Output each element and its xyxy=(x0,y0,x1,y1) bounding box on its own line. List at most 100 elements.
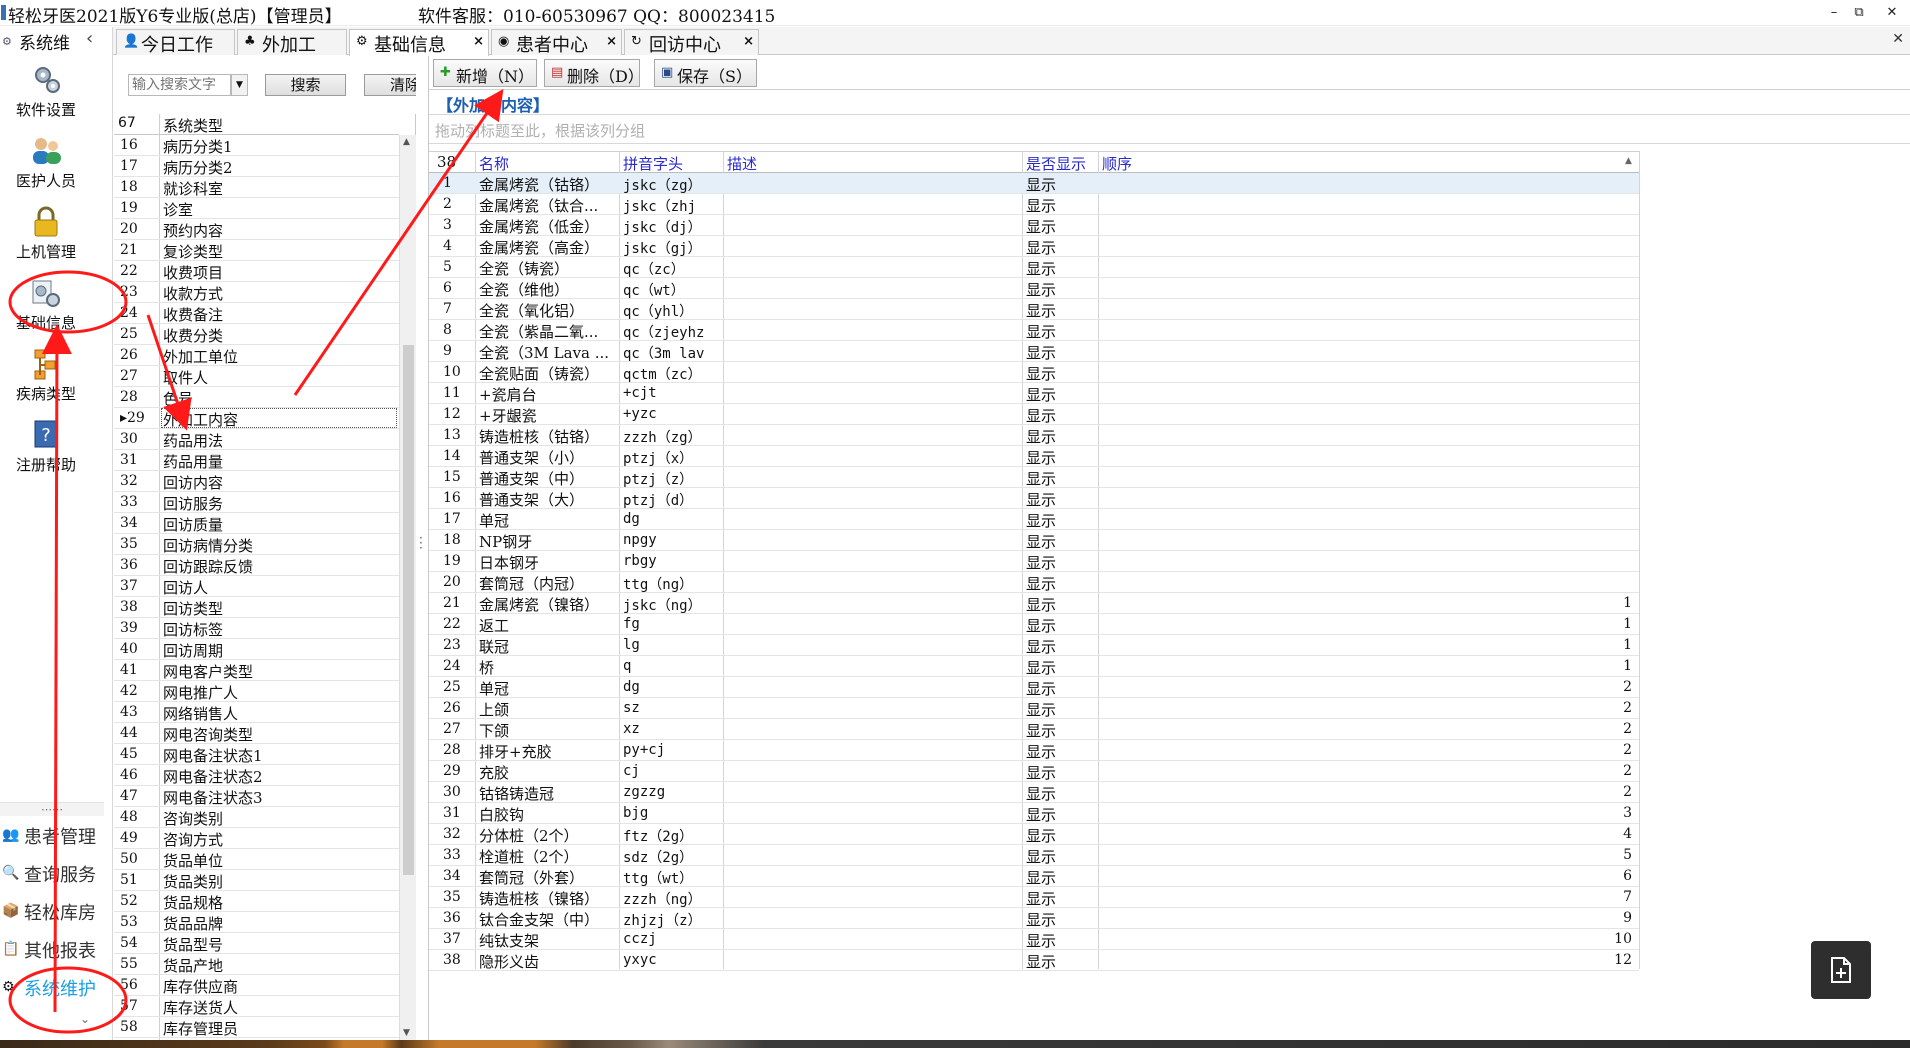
cell-show[interactable]: 显示 xyxy=(1026,531,1096,552)
cell-name[interactable]: 分体桩（2个） xyxy=(479,825,619,846)
category-row[interactable]: 17 病历分类2 xyxy=(114,156,399,177)
cell-name[interactable]: 单冠 xyxy=(479,678,619,699)
category-row[interactable]: 21 复诊类型 xyxy=(114,240,399,261)
table-row[interactable]: 20 套筒冠（内冠） ttg（ng） 显示 xyxy=(429,572,1639,593)
cell-name[interactable]: 桥 xyxy=(479,657,619,678)
search-button[interactable]: 搜索 xyxy=(265,74,346,96)
cell-show[interactable]: 显示 xyxy=(1026,825,1096,846)
cell-name[interactable]: 普通支架（中） xyxy=(479,468,619,489)
nav-collapse-button[interactable]: ‹ xyxy=(86,28,93,49)
cell-show[interactable]: 显示 xyxy=(1026,237,1096,258)
cell-name[interactable]: +牙龈瓷 xyxy=(479,405,619,426)
table-row[interactable]: 16 普通支架（大） ptzj（d） 显示 xyxy=(429,488,1639,509)
cell-name[interactable]: 返工 xyxy=(479,615,619,636)
table-row[interactable]: 26 上颌 sz 显示 2 xyxy=(429,698,1639,719)
table-row[interactable]: 33 栓道桩（2个） sdz（2g） 显示 5 xyxy=(429,845,1639,866)
category-row[interactable]: 22 收费项目 xyxy=(114,261,399,282)
cell-pinyin[interactable]: jskc（dj） xyxy=(623,217,723,237)
cell-pinyin[interactable]: q xyxy=(623,658,723,674)
add-button[interactable]: ✚ 新增（N） xyxy=(433,59,537,87)
nav-section-report[interactable]: 📋 其他报表 xyxy=(0,931,104,967)
nav-splitter[interactable]: ⋯⋯ xyxy=(0,802,104,816)
table-row[interactable]: 38 隐形义齿 yxyc 显示 12 xyxy=(429,950,1639,971)
cell-name[interactable]: 纯钛支架 xyxy=(479,930,619,951)
column-header-name[interactable]: 名称 xyxy=(479,153,509,174)
category-row[interactable]: 34 回访质量 xyxy=(114,513,399,534)
table-row[interactable]: 36 钛合金支架（中） zhjzj（z） 显示 9 xyxy=(429,908,1639,929)
nav-item-gears[interactable]: 软件设置 xyxy=(0,63,92,127)
category-header-title[interactable]: 系统类型 xyxy=(163,115,223,136)
cell-order[interactable]: 2 xyxy=(1100,784,1636,800)
cell-name[interactable]: 全瓷（维他） xyxy=(479,279,619,300)
close-all-tabs-icon[interactable]: ✕ xyxy=(1892,31,1904,47)
cell-order[interactable]: 1 xyxy=(1100,658,1636,674)
category-row[interactable]: 25 收费分类 xyxy=(114,324,399,345)
cell-pinyin[interactable]: bjg xyxy=(623,805,723,821)
cell-name[interactable]: 全瓷贴面（铸瓷） xyxy=(479,363,619,384)
cell-show[interactable]: 显示 xyxy=(1026,447,1096,468)
panel-splitter[interactable]: · · · xyxy=(416,56,428,1040)
cell-show[interactable]: 显示 xyxy=(1026,279,1096,300)
nav-item-disease-type[interactable]: 疾病类型 xyxy=(0,347,92,411)
category-row[interactable]: 57 库存送货人 xyxy=(114,996,399,1017)
category-row[interactable]: 18 就诊科室 xyxy=(114,177,399,198)
cell-pinyin[interactable]: ptzj（z） xyxy=(623,469,723,489)
group-by-panel[interactable]: 拖动列标题至此，根据该列分组 xyxy=(429,114,1910,144)
restore-button[interactable]: ⧉ xyxy=(1845,3,1873,23)
cell-name[interactable]: 白胶钩 xyxy=(479,804,619,825)
nav-item-help[interactable]: ? 注册帮助 xyxy=(0,418,92,482)
category-row[interactable]: 32 回访内容 xyxy=(114,471,399,492)
table-row[interactable]: 17 单冠 dg 显示 xyxy=(429,509,1639,530)
cell-show[interactable]: 显示 xyxy=(1026,741,1096,762)
category-row[interactable]: 54 货品型号 xyxy=(114,933,399,954)
cell-order[interactable]: 2 xyxy=(1100,679,1636,695)
cell-pinyin[interactable]: zgzzg xyxy=(623,784,723,800)
search-input[interactable] xyxy=(128,74,231,96)
cell-pinyin[interactable]: +yzc xyxy=(623,406,723,422)
cell-show[interactable]: 显示 xyxy=(1026,678,1096,699)
cell-show[interactable]: 显示 xyxy=(1026,804,1096,825)
cell-order[interactable]: 3 xyxy=(1100,805,1636,821)
cell-show[interactable]: 显示 xyxy=(1026,930,1096,951)
cell-show[interactable]: 显示 xyxy=(1026,594,1096,615)
cell-pinyin[interactable]: ttg（wt） xyxy=(623,868,723,888)
cell-show[interactable]: 显示 xyxy=(1026,363,1096,384)
category-row[interactable]: 36 回访跟踪反馈 xyxy=(114,555,399,576)
cell-pinyin[interactable]: xz xyxy=(623,721,723,737)
cell-name[interactable]: 日本钢牙 xyxy=(479,552,619,573)
column-header-desc[interactable]: 描述 xyxy=(727,153,757,174)
cell-name[interactable]: 铸造桩核（钴铬） xyxy=(479,426,619,447)
category-row[interactable]: 47 网电备注状态3 xyxy=(114,786,399,807)
cell-name[interactable]: 全瓷（3M Lava ... xyxy=(479,342,619,363)
cell-show[interactable]: 显示 xyxy=(1026,258,1096,279)
cell-pinyin[interactable]: jskc（zg） xyxy=(623,175,723,195)
category-row[interactable]: 26 外加工单位 xyxy=(114,345,399,366)
cell-show[interactable]: 显示 xyxy=(1026,342,1096,363)
cell-name[interactable]: 金属烤瓷（高金） xyxy=(479,237,619,258)
cell-name[interactable]: 排牙+充胶 xyxy=(479,741,619,762)
tab-outsource[interactable]: ♣ 外加工 xyxy=(237,29,347,56)
cell-show[interactable]: 显示 xyxy=(1026,489,1096,510)
table-row[interactable]: 23 联冠 lg 显示 1 xyxy=(429,635,1639,656)
table-row[interactable]: 5 全瓷（铸瓷） qc（zc） 显示 xyxy=(429,257,1639,278)
tab-close-icon[interactable]: × xyxy=(743,34,754,49)
cell-order[interactable]: 2 xyxy=(1100,742,1636,758)
cell-show[interactable]: 显示 xyxy=(1026,426,1096,447)
cell-pinyin[interactable]: zhjzj（z） xyxy=(623,910,723,930)
nav-item-lock[interactable]: 上机管理 xyxy=(0,205,92,269)
cell-show[interactable]: 显示 xyxy=(1026,405,1096,426)
cell-pinyin[interactable]: qc（zjeyhz xyxy=(623,322,723,342)
nav-section-query[interactable]: 🔍 查询服务 xyxy=(0,855,104,891)
cell-order[interactable]: 4 xyxy=(1100,826,1636,842)
cell-name[interactable]: 铸造桩核（镍铬） xyxy=(479,888,619,909)
cell-pinyin[interactable]: fg xyxy=(623,616,723,632)
cell-name[interactable]: 钛合金支架（中） xyxy=(479,909,619,930)
category-row[interactable]: 41 网电客户类型 xyxy=(114,660,399,681)
category-row[interactable]: 31 药品用量 xyxy=(114,450,399,471)
table-row[interactable]: 2 金属烤瓷（钛合... jskc（zhj 显示 xyxy=(429,194,1639,215)
cell-name[interactable]: 普通支架（小） xyxy=(479,447,619,468)
category-row[interactable]: 38 回访类型 xyxy=(114,597,399,618)
cell-order[interactable]: 7 xyxy=(1100,889,1636,905)
cell-name[interactable]: 单冠 xyxy=(479,510,619,531)
cell-show[interactable]: 显示 xyxy=(1026,174,1096,195)
